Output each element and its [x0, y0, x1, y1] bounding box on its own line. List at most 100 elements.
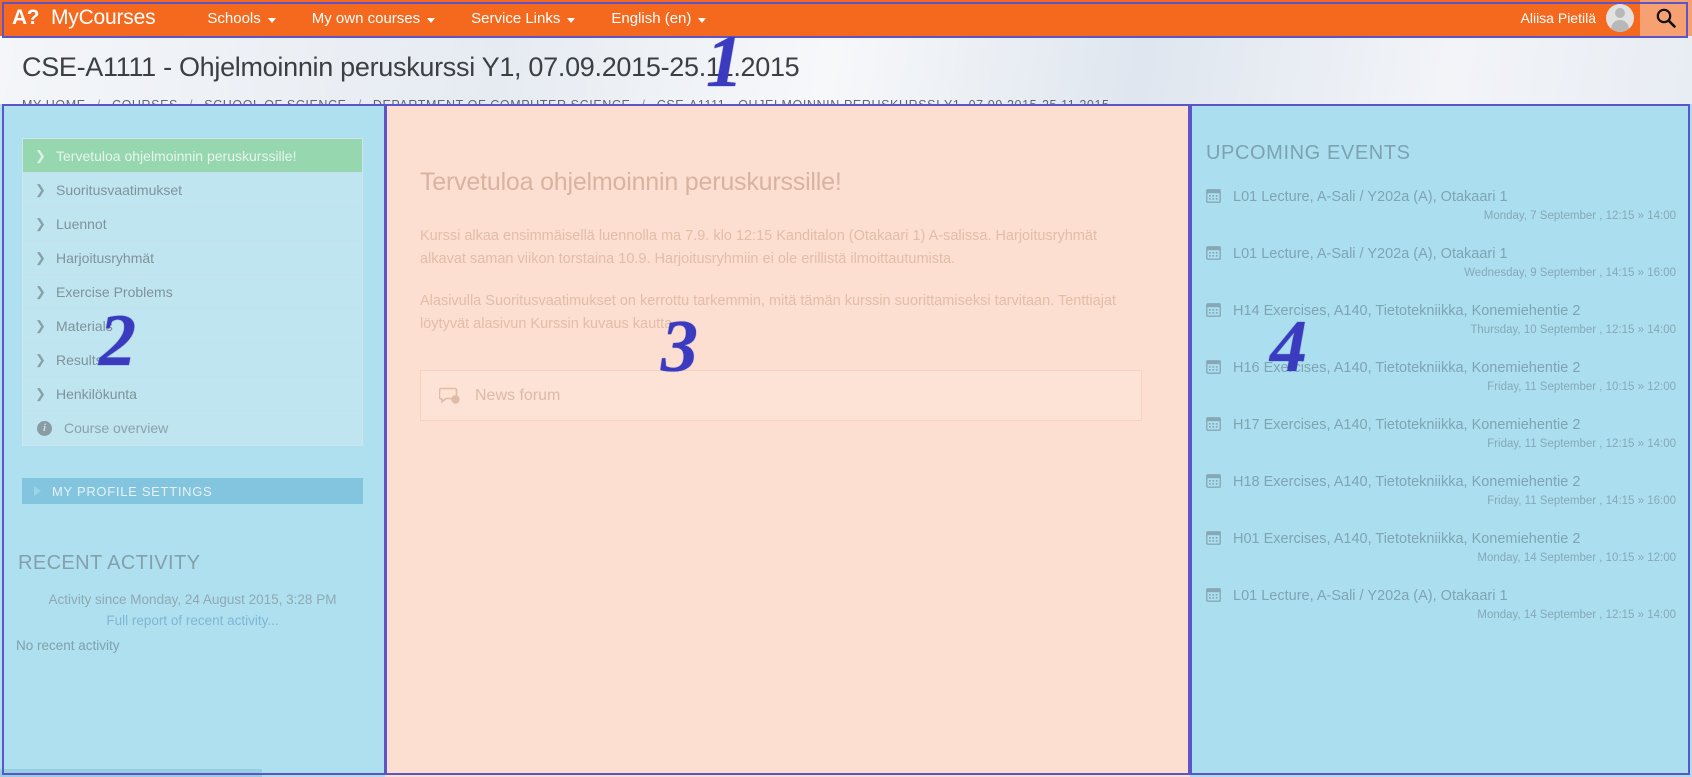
navbar-menu: Schools My own courses Service Links Eng…	[189, 10, 724, 27]
sidebar-item-label: Henkilökunta	[56, 385, 137, 402]
event-head: L01 Lecture, A-Sali / Y202a (A), Otakaar…	[1206, 585, 1678, 607]
my-profile-settings-label: MY PROFILE SETTINGS	[52, 483, 213, 499]
event-name[interactable]: H01 Exercises, A140, Tietotekniikka, Kon…	[1233, 528, 1580, 550]
main-content-inner: Tervetuloa ohjelmoinnin peruskurssille! …	[385, 104, 1190, 421]
chevron-right-icon: ❯	[35, 215, 46, 231]
aalto-logo[interactable]: A?	[0, 6, 40, 30]
user-name-label[interactable]: Aliisa Pietilä	[1521, 10, 1596, 26]
nav-item-schools-label: Schools	[207, 9, 261, 27]
horizontal-scrollbar[interactable]	[0, 769, 262, 777]
event-name[interactable]: L01 Lecture, A-Sali / Y202a (A), Otakaar…	[1233, 585, 1508, 607]
news-forum-link[interactable]: News forum	[420, 370, 1142, 421]
sidebar-item-suoritusvaatimukset[interactable]: ❯ Suoritusvaatimukset	[23, 173, 362, 207]
event-datetime: Monday, 7 September , 12:15 » 14:00	[1483, 210, 1676, 222]
page-title: CSE-A1111 - Ohjelmoinnin peruskurssi Y1,…	[22, 52, 800, 82]
sidebar-item-label: Course overview	[64, 420, 169, 436]
sidebar-item-label: Materials	[56, 317, 113, 334]
nav-item-my-own-courses-label: My own courses	[311, 9, 421, 27]
user-avatar-icon[interactable]	[1606, 4, 1634, 32]
sidebar-item-luennot[interactable]: ❯ Luennot	[23, 207, 362, 241]
nav-item-schools[interactable]: Schools	[189, 10, 293, 27]
calendar-icon	[1206, 360, 1221, 374]
event-item: L01 Lecture, A-Sali / Y202a (A), Otakaar…	[1190, 585, 1692, 621]
event-item: H16 Exercises, A140, Tietotekniikka, Kon…	[1190, 357, 1692, 393]
event-item: H14 Exercises, A140, Tietotekniikka, Kon…	[1190, 300, 1692, 336]
search-icon	[1656, 8, 1676, 28]
event-name[interactable]: H17 Exercises, A140, Tietotekniikka, Kon…	[1233, 414, 1580, 436]
sidebar-item-label: Tervetuloa ohjelmoinnin peruskurssille!	[56, 147, 297, 164]
course-navigation-block: ❯ Tervetuloa ohjelmoinnin peruskurssille…	[22, 138, 363, 446]
forum-bubble-icon	[439, 387, 460, 404]
recent-activity-since: Activity since Monday, 24 August 2015, 3…	[48, 592, 337, 607]
event-item: H17 Exercises, A140, Tietotekniikka, Kon…	[1190, 414, 1692, 450]
my-profile-settings-block[interactable]: MY PROFILE SETTINGS	[22, 478, 363, 504]
event-datetime: Friday, 11 September , 14:15 » 16:00	[1487, 495, 1676, 507]
sidebar-item-tervetuloa[interactable]: ❯ Tervetuloa ohjelmoinnin peruskurssille…	[23, 139, 362, 173]
nav-item-service-links[interactable]: Service Links	[453, 10, 593, 27]
event-head: H17 Exercises, A140, Tietotekniikka, Kon…	[1206, 414, 1678, 436]
event-datetime: Friday, 11 September , 12:15 » 14:00	[1487, 438, 1676, 450]
no-recent-activity-text: No recent activity	[16, 638, 120, 653]
nav-item-service-links-label: Service Links	[471, 9, 561, 27]
event-head: L01 Lecture, A-Sali / Y202a (A), Otakaar…	[1206, 186, 1678, 208]
calendar-icon	[1206, 531, 1221, 545]
event-item: L01 Lecture, A-Sali / Y202a (A), Otakaar…	[1190, 186, 1692, 222]
main-paragraph-2: Alasivulla Suoritusvaatimukset on kerrot…	[420, 293, 1117, 332]
triangle-right-icon	[34, 486, 41, 496]
event-head: L01 Lecture, A-Sali / Y202a (A), Otakaar…	[1206, 243, 1678, 265]
calendar-icon	[1206, 588, 1221, 602]
chevron-right-icon: ❯	[35, 249, 46, 265]
upcoming-events-title: UPCOMING EVENTS	[1206, 142, 1411, 164]
news-forum-label: News forum	[475, 386, 561, 404]
info-icon: i	[37, 420, 52, 436]
upcoming-events-inner: UPCOMING EVENTS L01 Lecture, A-Sali / Y2…	[1190, 104, 1692, 621]
nav-item-my-own-courses[interactable]: My own courses	[294, 10, 453, 27]
top-navbar: A? MyCourses Schools My own courses Serv…	[0, 0, 1692, 36]
event-name[interactable]: L01 Lecture, A-Sali / Y202a (A), Otakaar…	[1233, 243, 1508, 265]
page-root: A? MyCourses Schools My own courses Serv…	[0, 0, 1692, 777]
nav-item-language[interactable]: English (en)	[593, 10, 724, 27]
brand-title[interactable]: MyCourses	[51, 6, 156, 30]
navbar-right: Aliisa Pietilä	[1521, 0, 1692, 36]
event-head: H14 Exercises, A140, Tietotekniikka, Kon…	[1206, 300, 1678, 322]
event-head: H01 Exercises, A140, Tietotekniikka, Kon…	[1206, 528, 1678, 550]
sidebar-item-harjoitusryhmat[interactable]: ❯ Harjoitusryhmät	[23, 241, 362, 275]
event-name[interactable]: H16 Exercises, A140, Tietotekniikka, Kon…	[1233, 357, 1580, 379]
event-name[interactable]: H14 Exercises, A140, Tietotekniikka, Kon…	[1233, 300, 1580, 322]
chevron-down-icon	[698, 17, 707, 23]
nav-item-language-label: English (en)	[611, 9, 692, 27]
event-datetime: Friday, 11 September , 10:15 » 12:00	[1487, 381, 1676, 393]
sidebar-item-label: Suoritusvaatimukset	[56, 181, 183, 198]
sidebar-item-exercise-problems[interactable]: ❯ Exercise Problems	[23, 275, 362, 309]
event-item: H01 Exercises, A140, Tietotekniikka, Kon…	[1190, 528, 1692, 564]
event-item: L01 Lecture, A-Sali / Y202a (A), Otakaar…	[1190, 243, 1692, 279]
left-sidebar: ❯ Tervetuloa ohjelmoinnin peruskurssille…	[0, 104, 385, 777]
main-content: Tervetuloa ohjelmoinnin peruskurssille! …	[385, 104, 1190, 777]
sidebar-item-results[interactable]: ❯ Results	[23, 343, 362, 377]
sidebar-item-materials[interactable]: ❯ Materials	[23, 309, 362, 343]
sidebar-item-henkilokunta[interactable]: ❯ Henkilökunta	[23, 377, 362, 411]
calendar-icon	[1206, 189, 1221, 203]
event-head: H16 Exercises, A140, Tietotekniikka, Kon…	[1206, 357, 1678, 379]
chevron-right-icon: ❯	[35, 181, 46, 197]
chevron-right-icon: ❯	[35, 385, 46, 401]
search-button[interactable]	[1640, 0, 1692, 36]
chevron-right-icon: ❯	[35, 147, 46, 163]
event-name[interactable]: L01 Lecture, A-Sali / Y202a (A), Otakaar…	[1233, 186, 1508, 208]
title-strip: CSE-A1111 - Ohjelmoinnin peruskurssi Y1,…	[0, 36, 1692, 112]
full-report-link[interactable]: Full report of recent activity...	[0, 613, 385, 628]
calendar-icon	[1206, 474, 1221, 488]
sidebar-item-label: Harjoitusryhmät	[56, 249, 155, 266]
main-heading: Tervetuloa ohjelmoinnin peruskurssille!	[420, 168, 842, 196]
chevron-down-icon	[427, 17, 436, 23]
event-datetime: Monday, 14 September , 12:15 » 14:00	[1477, 609, 1676, 621]
calendar-icon	[1206, 303, 1221, 317]
upcoming-events-panel: UPCOMING EVENTS L01 Lecture, A-Sali / Y2…	[1190, 104, 1692, 777]
chevron-right-icon: ❯	[35, 283, 46, 299]
event-datetime: Thursday, 10 September , 12:15 » 14:00	[1470, 324, 1676, 336]
recent-activity-title: RECENT ACTIVITY	[18, 552, 201, 574]
event-name[interactable]: H18 Exercises, A140, Tietotekniikka, Kon…	[1233, 471, 1580, 493]
sidebar-item-label: Results	[56, 351, 103, 368]
sidebar-item-course-overview[interactable]: i Course overview	[23, 411, 362, 445]
calendar-icon	[1206, 246, 1221, 260]
